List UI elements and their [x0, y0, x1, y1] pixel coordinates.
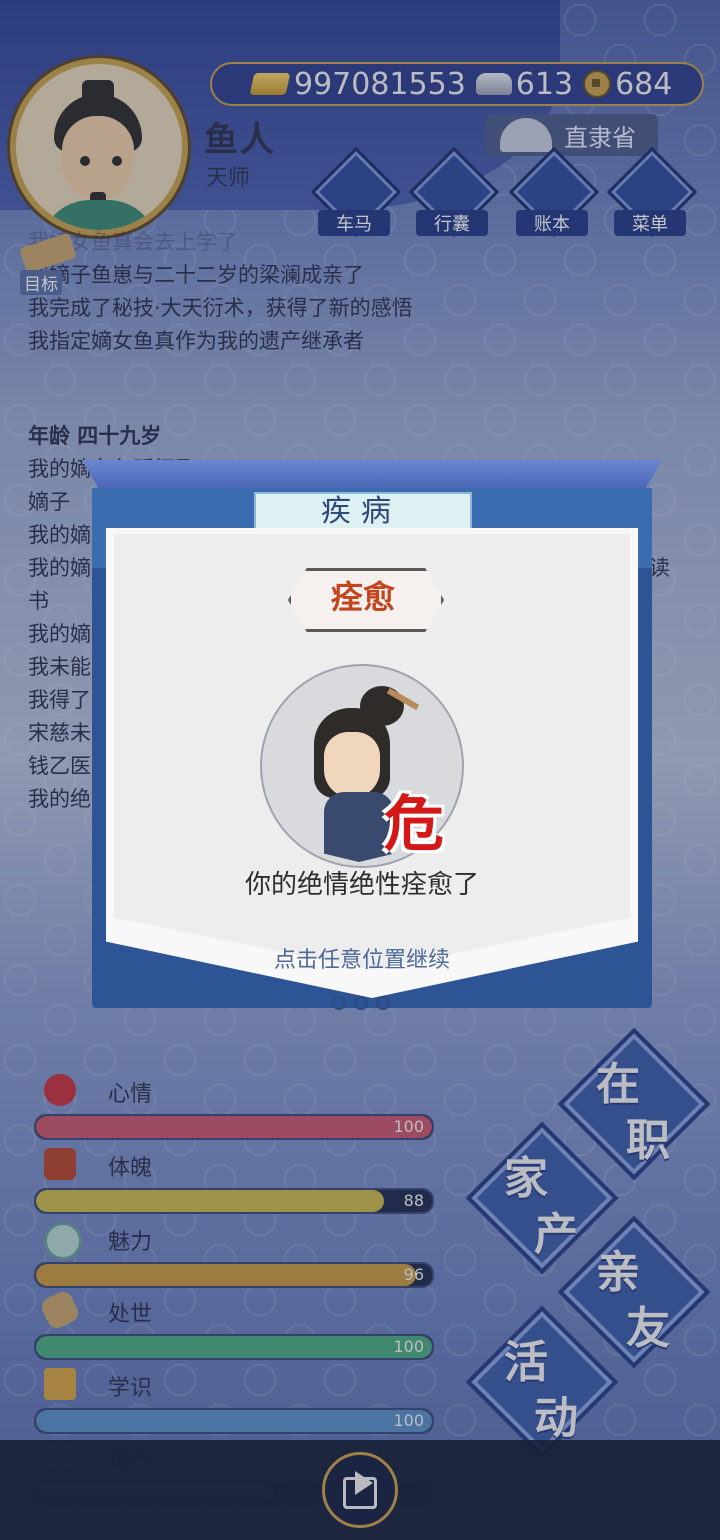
dialog-message: 你的绝情绝性痊愈了	[244, 870, 479, 900]
portrait-face	[324, 732, 380, 798]
ornament-dot	[354, 996, 368, 1010]
illness-dialog[interactable]: 疾病 痊愈 危 你的绝情绝性痊愈了 点击任意位置继续	[82, 460, 662, 1040]
dialog-ornament	[292, 992, 432, 1012]
danger-mark: 危	[384, 790, 444, 860]
ornament-dot	[376, 996, 390, 1010]
continue-hint[interactable]: 点击任意位置继续	[92, 942, 632, 974]
ornament-dot	[332, 996, 346, 1010]
status-text: 痊愈	[330, 578, 395, 616]
dialog-title: 疾病	[321, 494, 401, 529]
